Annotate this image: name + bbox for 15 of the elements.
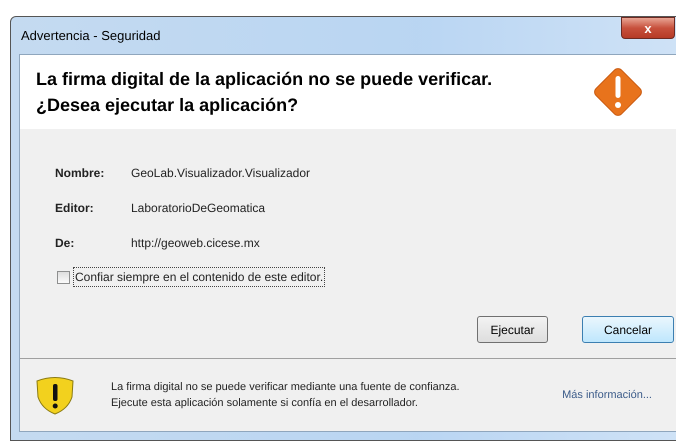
dialog-button[interactable]: Ejecutar [477,316,548,343]
detail-value: LaboratorioDeGeomatica [131,200,266,217]
footer-message: La firma digital no se puede verificar mediante una fuente de confianza. Ejecute esta aplicación solamente si confía en el desarrollador. [111,380,461,411]
dialog-button[interactable]: Cancelar [582,316,674,343]
trust-checkbox[interactable]: Confiar siempre en el contenido de este editor. [57,267,676,287]
detail-label: Nombre: [55,165,106,182]
warning-message: La firma digital de la aplicación no se puede verificar. ¿Desea ejecutar la aplicación? [36,68,492,117]
warning-shield-icon [34,375,76,415]
more-info-link[interactable]: Más información... [562,386,652,404]
close-button[interactable]: x [621,17,675,39]
detail-label: Editor: [55,200,95,217]
detail-value: GeoLab.Visualizador.Visualizador [131,165,310,182]
window-title: Advertencia - Seguridad [21,27,160,45]
detail-value: http://geoweb.cicese.mx [131,235,260,252]
detail-label: De: [55,235,76,252]
